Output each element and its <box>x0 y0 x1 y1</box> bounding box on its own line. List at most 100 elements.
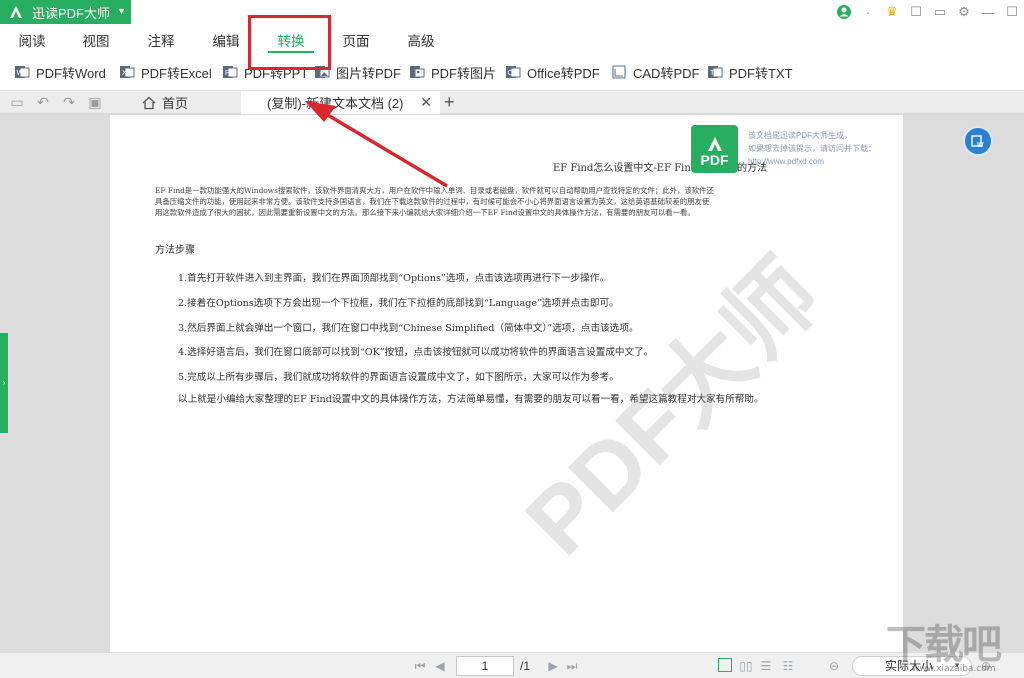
step-1: 1.首先打开软件进入到主界面，我们在界面顶部找到“Options”选项，点击该选… <box>178 273 609 284</box>
tab-document[interactable]: (复制)-新建文本文档 (2) ✕ <box>241 91 440 114</box>
image-to-pdf-label: 图片转PDF <box>336 65 402 81</box>
cad-to-pdf-label: CAD转PDF <box>633 65 700 81</box>
step-5: 5.完成以上所有步骤后，我们就成功将软件的界面语言设置成中文了，如下图所示，大家… <box>178 372 619 383</box>
picture-icon <box>410 66 425 78</box>
svg-text:W: W <box>977 142 984 149</box>
tab-document-label: (复制)-新建文本文档 (2) <box>267 96 404 111</box>
app-name: 迅读PDF大师 <box>32 5 111 21</box>
site-watermark-text: 下载吧 <box>886 622 1002 668</box>
ppt-icon: P <box>223 66 238 78</box>
skin-icon[interactable]: ▭ <box>928 0 952 24</box>
cad-to-pdf-button[interactable]: CAD转PDF <box>611 62 699 82</box>
tab-home[interactable]: 首页 <box>132 91 242 114</box>
pdf-to-word-button[interactable]: W PDF转Word <box>14 62 106 82</box>
step-2: 2.接着在Options选项下方会出现一个下拉框，我们在下拉框的底部找到“Lan… <box>178 298 619 309</box>
app-menu-button[interactable]: 迅读PDF大师 ▼ <box>0 0 131 24</box>
watermark-note-line1: 该文档是迅读PDF大师生成， <box>748 131 852 140</box>
convert-float-button[interactable]: W <box>963 126 993 156</box>
watermark-logo-text: PDF <box>700 152 729 168</box>
pdf-to-image-label: PDF转图片 <box>431 65 497 81</box>
tab-page[interactable]: 页面 <box>330 30 382 50</box>
two-page-view-icon[interactable]: ▯▯ <box>738 658 754 674</box>
app-window: 迅读PDF大师 ▼ · ♛ ☐ ▭ ⚙ — ☐ 阅读 视图 注释 编辑 转换 页… <box>0 0 1024 678</box>
page-total: /1 <box>520 659 531 673</box>
window-controls: · ♛ ☐ ▭ ⚙ — ☐ <box>832 0 1024 24</box>
tab-read[interactable]: 阅读 <box>6 30 58 50</box>
pdf-to-txt-label: PDF转TXT <box>729 65 793 81</box>
word-icon: W <box>15 66 30 78</box>
title-bar: 迅读PDF大师 ▼ · ♛ ☐ ▭ ⚙ — ☐ <box>0 0 1024 24</box>
logo-icon <box>707 137 722 151</box>
tab-annotate[interactable]: 注释 <box>135 30 187 50</box>
convert-toolbar: W PDF转Word X PDF转Excel P PDF转PPT 图片转PDF … <box>0 55 1024 91</box>
cad-icon <box>612 65 626 79</box>
user-avatar-icon[interactable] <box>832 0 856 24</box>
document-intro: EF Find是一款功能强大的Windows搜索软件，该软件界面清爽大方，用户在… <box>155 186 714 217</box>
minimize-icon[interactable]: — <box>976 0 1000 24</box>
status-bar: ⏮ ◀ 1 /1 ▶ ⏭ ▯▯ ☰ ☷ ⊖ 实际大小 ▼ ⊕ <box>0 652 1024 678</box>
watermark-url: http://www.pdfxd.com <box>748 157 825 166</box>
new-tab-icon[interactable]: + <box>444 91 455 113</box>
two-continuous-view-icon[interactable]: ☷ <box>780 658 796 674</box>
gear-icon[interactable]: ⚙ <box>952 0 976 24</box>
site-watermark: 下载吧 www.xiazaiba.com <box>886 612 1022 678</box>
step-4: 4.选择好语言后，我们在窗口底部可以找到“OK”按钮，点击该按钮就可以成功将软件… <box>178 347 654 358</box>
continuous-view-icon[interactable]: ☰ <box>758 658 774 674</box>
zoom-out-icon[interactable]: ⊖ <box>826 658 842 674</box>
step-3: 3.然后界面上就会弹出一个窗口，我们在窗口中找到“Chinese Simplif… <box>178 323 639 334</box>
txt-icon: T <box>708 66 723 78</box>
undo-icon[interactable]: ↶ <box>34 94 52 111</box>
section-heading: 方法步骤 <box>155 245 195 256</box>
vip-icon[interactable]: ♛ <box>880 0 904 24</box>
first-page-icon[interactable]: ⏮ <box>412 658 428 674</box>
close-tab-icon[interactable]: ✕ <box>420 94 432 111</box>
app-logo-icon <box>10 6 22 18</box>
office-to-pdf-button[interactable]: O Office转PDF <box>505 62 600 82</box>
svg-text:O: O <box>508 70 514 77</box>
maximize-icon[interactable]: ☐ <box>1000 0 1024 24</box>
pdf-to-excel-button[interactable]: X PDF转Excel <box>119 62 212 82</box>
watermark-note: 该文档是迅读PDF大师生成， 如果想去掉该提示，请访问并下载： http://w… <box>748 129 898 168</box>
tab-edit[interactable]: 编辑 <box>200 30 252 50</box>
pdf-to-ppt-label: PDF转PPT <box>244 65 309 81</box>
image-to-pdf-button[interactable]: 图片转PDF <box>314 62 401 82</box>
office-icon: O <box>506 66 521 78</box>
dot-icon: · <box>865 4 871 20</box>
pdf-to-image-button[interactable]: PDF转图片 <box>409 62 496 82</box>
chevron-down-icon[interactable]: ▼ <box>117 6 126 16</box>
sidebar-toggle[interactable]: › <box>0 333 8 433</box>
single-page-view-icon[interactable] <box>718 658 732 672</box>
tab-view[interactable]: 视图 <box>70 30 122 50</box>
tab-convert[interactable]: 转换 <box>265 30 317 53</box>
tab-advanced[interactable]: 高级 <box>395 30 447 50</box>
image-icon <box>315 66 330 78</box>
page-number-input[interactable]: 1 <box>456 656 514 676</box>
redo-icon[interactable]: ↷ <box>60 94 78 111</box>
pdf-page: EF Find怎么设置中文-EF Find设置中文的方法 EF Find是一款功… <box>110 115 903 652</box>
convert-icon: W <box>971 135 984 149</box>
pdf-to-excel-label: PDF转Excel <box>141 65 212 81</box>
svg-text:W: W <box>17 70 24 77</box>
next-page-icon[interactable]: ▶ <box>545 658 561 674</box>
feedback-icon[interactable]: ☐ <box>904 0 928 24</box>
watermark-note-line2: 如果想去掉该提示，请访问并下载： <box>748 144 876 153</box>
prev-page-icon[interactable]: ◀ <box>432 658 448 674</box>
pdf-to-ppt-button[interactable]: P PDF转PPT <box>222 62 308 82</box>
document-tab-strip: ▭ ↶ ↷ ▣ 首页 (复制)-新建文本文档 (2) ✕ + <box>0 91 1024 114</box>
svg-text:P: P <box>225 70 230 77</box>
open-folder-icon[interactable]: ▭ <box>8 94 26 111</box>
document-viewport[interactable]: › EF Find怎么设置中文-EF Find设置中文的方法 EF Find是一… <box>0 115 1024 652</box>
pdf-to-txt-button[interactable]: T PDF转TXT <box>707 62 793 82</box>
save-icon[interactable]: ▣ <box>86 94 104 111</box>
site-watermark-url: www.xiazaiba.com <box>912 664 996 674</box>
office-to-pdf-label: Office转PDF <box>527 65 600 81</box>
watermark-logo: PDF <box>691 125 738 173</box>
pdf-to-word-label: PDF转Word <box>36 65 106 81</box>
ribbon-tabs: 阅读 视图 注释 编辑 转换 页面 高级 <box>0 24 1024 55</box>
last-page-icon[interactable]: ⏭ <box>564 658 580 674</box>
home-icon <box>142 96 156 109</box>
tab-home-label: 首页 <box>162 96 189 111</box>
excel-icon: X <box>120 66 135 78</box>
svg-text:T: T <box>710 70 715 77</box>
svg-text:X: X <box>122 70 127 77</box>
